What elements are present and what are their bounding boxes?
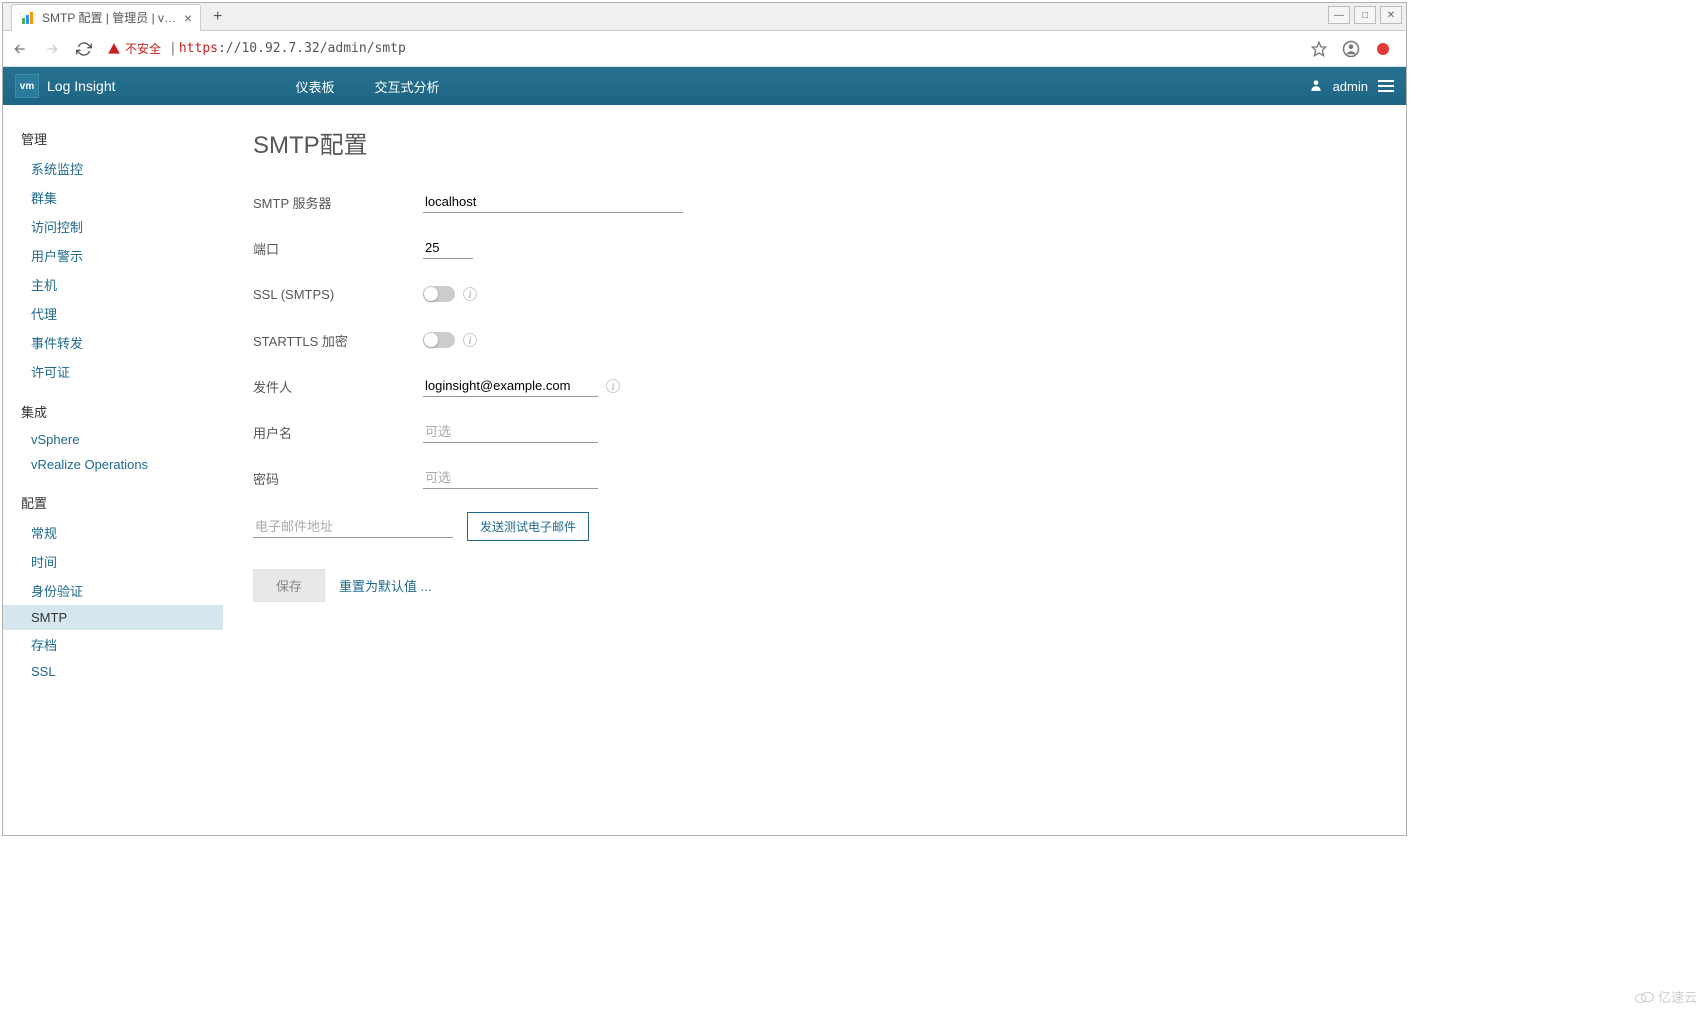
label-sender: 发件人 <box>253 377 423 396</box>
info-icon[interactable]: i <box>463 287 477 301</box>
tab-title: SMTP 配置 | 管理员 | vRealize <box>42 9 178 26</box>
sidebar-item[interactable]: 常规 <box>3 518 223 547</box>
favicon-icon <box>20 10 36 26</box>
profile-icon[interactable] <box>1342 40 1360 58</box>
toggle-starttls[interactable] <box>423 332 455 348</box>
label-password: 密码 <box>253 469 423 488</box>
input-port[interactable] <box>423 237 473 259</box>
user-icon <box>1309 78 1323 95</box>
address-bar[interactable]: 不安全 | https ://10.92.7.32/admin/smtp <box>107 40 1296 57</box>
sidebar-item[interactable]: SSL <box>3 659 223 684</box>
label-ssl: SSL (SMTPS) <box>253 287 423 302</box>
extension-icon[interactable] <box>1374 40 1392 58</box>
page-title: SMTP配置 <box>253 125 1376 160</box>
input-username[interactable] <box>423 421 598 443</box>
sidebar-item[interactable]: 身份验证 <box>3 576 223 605</box>
new-tab-button[interactable]: + <box>213 8 222 26</box>
sidebar-item[interactable]: 代理 <box>3 299 223 328</box>
forward-icon[interactable] <box>43 40 61 58</box>
window-minimize-button[interactable]: — <box>1328 6 1350 24</box>
insecure-badge: 不安全 <box>107 40 161 57</box>
nav-interactive[interactable]: 交互式分析 <box>355 67 460 105</box>
sidebar-item[interactable]: 主机 <box>3 270 223 299</box>
send-test-button[interactable]: 发送测试电子邮件 <box>467 512 589 541</box>
input-sender[interactable] <box>423 375 598 397</box>
sidebar-item[interactable]: 时间 <box>3 547 223 576</box>
input-server[interactable] <box>423 191 683 213</box>
label-server: SMTP 服务器 <box>253 193 423 212</box>
sidebar-item[interactable]: vSphere <box>3 427 223 452</box>
sidebar-item[interactable]: 访问控制 <box>3 212 223 241</box>
menu-icon[interactable] <box>1378 80 1394 92</box>
sidebar-item[interactable]: 用户警示 <box>3 241 223 270</box>
browser-tab[interactable]: SMTP 配置 | 管理员 | vRealize × <box>11 4 201 31</box>
star-icon[interactable] <box>1310 40 1328 58</box>
sidebar-item[interactable]: 群集 <box>3 183 223 212</box>
watermark: 亿速云 <box>1634 987 1697 1006</box>
sidebar-item[interactable]: 事件转发 <box>3 328 223 357</box>
sidebar-item[interactable]: SMTP <box>3 605 223 630</box>
sidebar: 管理 系统监控群集访问控制用户警示主机代理事件转发许可证 集成 vSpherev… <box>3 105 223 835</box>
input-test-email[interactable] <box>253 516 453 538</box>
url-path: ://10.92.7.32/admin/smtp <box>218 41 406 56</box>
label-port: 端口 <box>253 239 423 258</box>
toggle-ssl[interactable] <box>423 286 455 302</box>
tab-close-icon[interactable]: × <box>184 10 192 26</box>
app-header: vm Log Insight 仪表板 交互式分析 admin <box>3 67 1406 105</box>
label-username: 用户名 <box>253 423 423 442</box>
sidebar-item[interactable]: 存档 <box>3 630 223 659</box>
back-icon[interactable] <box>11 40 29 58</box>
app-logo-icon: vm <box>15 74 39 98</box>
info-icon[interactable]: i <box>606 379 620 393</box>
app-brand: Log Insight <box>47 78 116 94</box>
sidebar-section-manage: 管理 <box>3 123 223 154</box>
sidebar-item[interactable]: 许可证 <box>3 357 223 386</box>
nav-dashboard[interactable]: 仪表板 <box>276 67 355 105</box>
sidebar-item[interactable]: vRealize Operations <box>3 452 223 477</box>
info-icon[interactable]: i <box>463 333 477 347</box>
window-maximize-button[interactable]: □ <box>1354 6 1376 24</box>
window-close-button[interactable]: ✕ <box>1380 6 1402 24</box>
input-password[interactable] <box>423 467 598 489</box>
sidebar-item[interactable]: 系统监控 <box>3 154 223 183</box>
sidebar-section-integrate: 集成 <box>3 396 223 427</box>
url-scheme: https <box>179 41 218 56</box>
main-content: SMTP配置 SMTP 服务器 端口 SSL (SMTPS) i STARTTL… <box>223 105 1406 835</box>
save-button[interactable]: 保存 <box>253 569 325 602</box>
reload-icon[interactable] <box>75 40 93 58</box>
label-starttls: STARTTLS 加密 <box>253 331 423 350</box>
sidebar-section-config: 配置 <box>3 487 223 518</box>
reset-link[interactable]: 重置为默认值 ... <box>339 576 431 595</box>
user-name[interactable]: admin <box>1333 79 1368 94</box>
browser-toolbar: 不安全 | https ://10.92.7.32/admin/smtp <box>3 31 1406 67</box>
window-titlebar: SMTP 配置 | 管理员 | vRealize × + — □ ✕ <box>3 3 1406 31</box>
